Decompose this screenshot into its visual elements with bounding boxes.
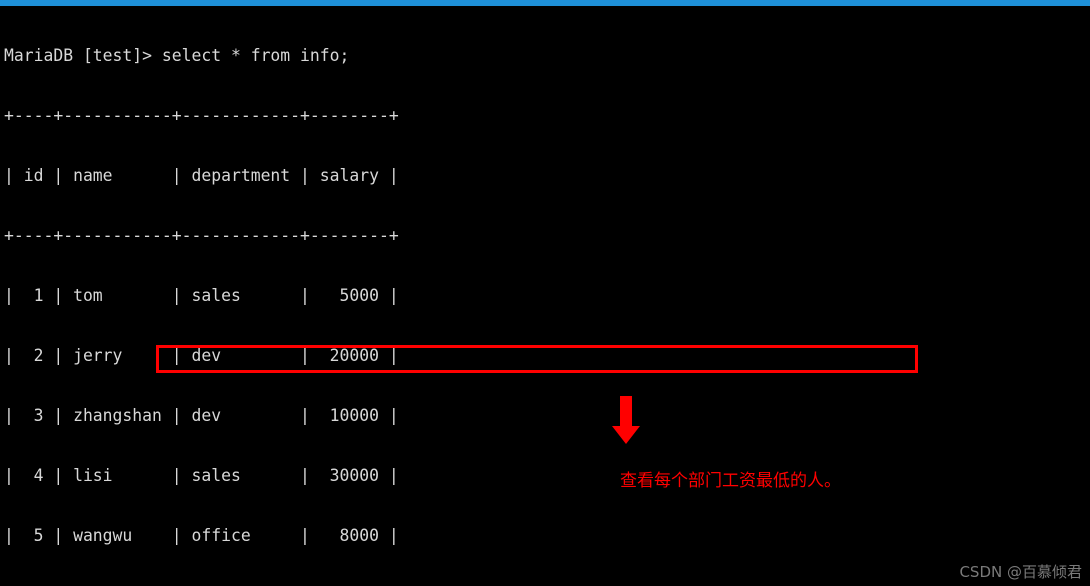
terminal-line-rule: +----+-----------+------------+--------+ <box>4 106 399 125</box>
terminal-window: MariaDB [test]> select * from info; +---… <box>0 0 1090 586</box>
terminal-line-rule: +----+-----------+------------+--------+ <box>4 226 399 245</box>
watermark: CSDN @百慕倾君 <box>959 563 1082 581</box>
terminal-output[interactable]: MariaDB [test]> select * from info; +---… <box>4 6 1090 586</box>
table-row: | 1 | tom | sales | 5000 | <box>4 286 399 305</box>
terminal-line-command-1: MariaDB [test]> select * from info; <box>4 46 350 65</box>
table-row: | 3 | zhangshan | dev | 10000 | <box>4 406 399 425</box>
down-arrow-icon <box>612 396 640 444</box>
table-row: | 2 | jerry | dev | 20000 | <box>4 346 399 365</box>
terminal-line-header: | id | name | department | salary | <box>4 166 399 185</box>
annotation-note: 查看每个部门工资最低的人。 <box>620 471 841 491</box>
table-row: | 4 | lisi | sales | 30000 | <box>4 466 399 485</box>
table-row: | 5 | wangwu | office | 8000 | <box>4 526 399 545</box>
